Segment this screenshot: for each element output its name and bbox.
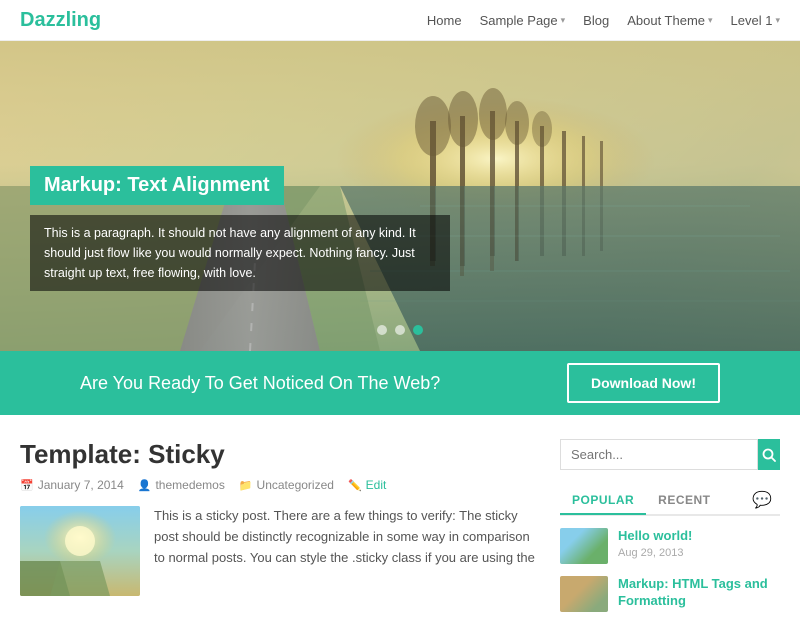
- post-body: This is a sticky post. There are a few t…: [20, 506, 536, 596]
- recent-item-1-info: Hello world! Aug 29, 2013: [618, 528, 692, 559]
- search-button[interactable]: [758, 439, 780, 470]
- main-nav: Home Sample Page ▾ Blog About Theme ▾ Le…: [427, 13, 780, 28]
- post-author: 👤 themedemos: [138, 478, 225, 492]
- site-header: Dazzling Home Sample Page ▾ Blog About T…: [0, 0, 800, 41]
- slider-dot-2[interactable]: [395, 325, 405, 335]
- recent-thumb-1: [560, 528, 608, 564]
- recent-thumb-2: [560, 576, 608, 612]
- tabs-bar: POPULAR RECENT 💬: [560, 486, 780, 516]
- edit-icon: ✏️: [348, 479, 362, 492]
- main-content: Template: Sticky 📅 January 7, 2014 👤 the…: [0, 415, 800, 644]
- post-excerpt: This is a sticky post. There are a few t…: [154, 506, 536, 596]
- tab-popular[interactable]: POPULAR: [560, 487, 646, 515]
- tab-recent[interactable]: RECENT: [646, 487, 722, 513]
- slider-dots: [377, 325, 423, 335]
- hero-slider: Markup: Text Alignment This is a paragra…: [0, 41, 800, 351]
- nav-level1[interactable]: Level 1 ▾: [731, 13, 780, 28]
- post-area: Template: Sticky 📅 January 7, 2014 👤 the…: [20, 439, 536, 624]
- post-date: 📅 January 7, 2014: [20, 478, 124, 492]
- recent-item-2-info: Markup: HTML Tags and Formatting: [618, 576, 780, 612]
- nav-sample-page-arrow: ▾: [561, 15, 566, 26]
- recent-item-1-title[interactable]: Hello world!: [618, 528, 692, 545]
- search-input[interactable]: [560, 439, 758, 470]
- recent-list: Hello world! Aug 29, 2013 Markup: HTML T…: [560, 528, 780, 612]
- user-icon: 👤: [138, 479, 152, 492]
- hero-caption-text: This is a paragraph. It should not have …: [30, 215, 450, 291]
- post-thumbnail-image: [20, 506, 140, 596]
- nav-level1-arrow: ▾: [775, 15, 780, 26]
- post-edit[interactable]: ✏️ Edit: [348, 478, 386, 492]
- nav-home[interactable]: Home: [427, 13, 462, 28]
- recent-item-2: Markup: HTML Tags and Formatting: [560, 576, 780, 612]
- post-category: 📁 Uncategorized: [239, 478, 334, 492]
- post-thumbnail: [20, 506, 140, 596]
- slider-dot-3[interactable]: [413, 325, 423, 335]
- chat-icon[interactable]: 💬: [744, 486, 780, 514]
- post-meta: 📅 January 7, 2014 👤 themedemos 📁 Uncateg…: [20, 478, 536, 492]
- nav-sample-page[interactable]: Sample Page ▾: [480, 13, 566, 28]
- post-title: Template: Sticky: [20, 439, 536, 470]
- cta-download-button[interactable]: Download Now!: [567, 363, 720, 403]
- folder-icon: 📁: [239, 479, 253, 492]
- nav-about-theme[interactable]: About Theme ▾: [627, 13, 712, 28]
- calendar-icon: 📅: [20, 479, 34, 492]
- sidebar: POPULAR RECENT 💬 Hello world! Aug 29, 20…: [560, 439, 780, 624]
- hero-caption: Markup: Text Alignment This is a paragra…: [30, 166, 450, 291]
- recent-item-1-date: Aug 29, 2013: [618, 547, 692, 559]
- nav-about-theme-arrow: ▾: [708, 15, 713, 26]
- recent-item-2-title[interactable]: Markup: HTML Tags and Formatting: [618, 576, 780, 610]
- slider-dot-1[interactable]: [377, 325, 387, 335]
- hero-caption-title: Markup: Text Alignment: [30, 166, 284, 205]
- recent-item-1: Hello world! Aug 29, 2013: [560, 528, 780, 564]
- search-box: [560, 439, 780, 470]
- thumbnail-svg: [20, 506, 140, 596]
- search-icon: [762, 448, 776, 462]
- cta-bar: Are You Ready To Get Noticed On The Web?…: [0, 351, 800, 415]
- cta-text: Are You Ready To Get Noticed On The Web?: [80, 373, 440, 394]
- nav-blog[interactable]: Blog: [583, 13, 609, 28]
- site-title[interactable]: Dazzling: [20, 9, 101, 32]
